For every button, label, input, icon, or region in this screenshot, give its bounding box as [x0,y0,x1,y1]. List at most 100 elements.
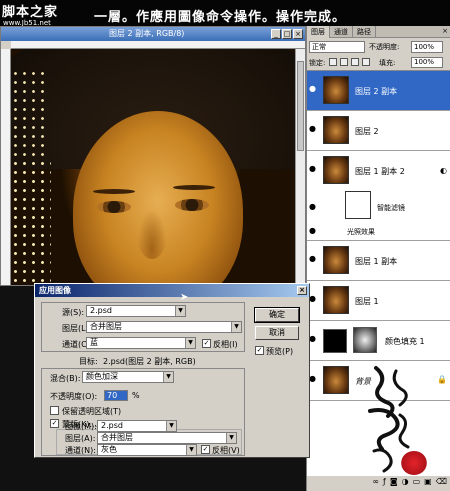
mask-channel-label: 通道(N): [65,446,96,455]
layer-row[interactable]: ● 图层 1 [307,281,450,321]
cancel-button[interactable]: 取消 [255,326,299,340]
eye-icon[interactable]: ● [309,85,319,93]
target-value: 2.psd(图层 2 副本, RGB) [103,357,196,366]
layer-thumbnail [323,116,349,144]
eye-icon[interactable]: ● [309,227,319,235]
image-label: 图像(M): [65,422,97,431]
ok-button[interactable]: 确定 [254,307,300,323]
layer-row-fill[interactable]: ● 颜色填充 1 [307,321,450,361]
sequin-dots-right [11,69,47,285]
chevron-down-icon: ▼ [186,445,196,455]
layer-row-smart-object[interactable]: ● 图层 1 副本 2 ◐ ● 智能滤镜 ● 光照效果 [307,151,450,241]
dialog-close-button[interactable]: × [297,286,307,295]
red-seal-stamp [401,451,427,475]
mask-checkbox[interactable]: ✓ [50,419,59,428]
smart-filters-label: 智能滤镜 [377,204,405,212]
chevron-down-icon: ▼ [166,421,176,431]
nose-shape [137,209,167,259]
eye-icon[interactable]: ● [309,375,319,383]
apply-image-dialog: 应用图像 × 源(S): 2.psd ▼ 图层(L): 合并图层 ▼ 通道(C)… [34,283,310,458]
image-canvas[interactable] [11,49,295,285]
eye-icon[interactable]: ● [309,165,319,173]
delete-layer-icon[interactable]: ⌫ [436,477,447,489]
mask-channel-select[interactable]: 灰色 ▼ [97,444,197,456]
lock-label: 锁定: [309,59,326,67]
screenshot-root: 脚本之家 www.Jb51.net 一層。作應用圖像命令操作。操作完成。 图层 … [0,0,450,491]
layer-row[interactable]: ● 图层 1 副本 [307,241,450,281]
layer-select[interactable]: 合并图层 ▼ [86,321,242,333]
dialog-titlebar[interactable]: 应用图像 × [35,284,309,297]
lock-position-icon[interactable] [351,58,359,66]
layer-thumbnail [323,286,349,314]
mask-invert-checkbox[interactable]: ✓ [201,445,210,454]
opacity-label: 不透明度(O): [50,392,98,401]
instruction-text: 一層。作應用圖像命令操作。操作完成。 [94,10,347,25]
channel-select[interactable]: 蓝 ▼ [86,337,196,349]
document-titlebar[interactable]: 图层 2 副本, RGB/8) _ □ × [1,27,305,41]
layer-thumbnail [323,366,349,394]
image-select[interactable]: 2.psd ▼ [97,420,177,432]
mask-layer-label: 图层(A): [65,434,96,443]
layer-name: 颜色填充 1 [385,337,425,346]
blending-group: 混合(B): 颜色加深 ▼ 不透明度(O): 70 % 保留透明区域(T) ✓ … [41,368,245,456]
source-label: 源(S): [62,308,85,317]
tab-channels[interactable]: 通道 [330,26,353,38]
blending-select[interactable]: 颜色加深 ▼ [82,371,174,383]
layer-row[interactable]: ● 图层 2 副本 [307,71,450,111]
preserve-transparency-checkbox[interactable] [50,406,59,415]
blend-mode-select[interactable]: 正常 [309,41,365,53]
chevron-down-icon: ▼ [185,338,195,348]
close-button[interactable]: × [293,29,303,39]
mask-layer-value: 合并图层 [101,433,133,442]
lock-pixels-icon[interactable] [340,58,348,66]
opacity-unit: % [132,391,140,400]
preview-label: 预览(P) [266,347,294,356]
scrollbar-thumb[interactable] [297,61,304,151]
document-title: 图层 2 副本, RGB/8) [109,29,185,38]
smart-object-icon: ◐ [440,166,447,175]
chevron-down-icon: ▼ [231,322,241,332]
maximize-button[interactable]: □ [282,29,292,39]
panel-close-button[interactable]: × [442,27,448,35]
left-brow-shape [93,189,135,194]
layer-name: 图层 2 [355,127,379,136]
eye-icon[interactable]: ● [309,335,319,343]
dialog-title: 应用图像 [39,286,71,295]
preview-checkbox[interactable]: ✓ [255,346,264,355]
fill-thumbnail [323,329,347,353]
layer-thumbnail [323,246,349,274]
lighting-effects-label: 光照效果 [347,228,375,236]
preserve-transparency-label: 保留透明区域(T) [62,407,122,416]
tab-paths[interactable]: 路径 [353,26,376,38]
source-select[interactable]: 2.psd ▼ [86,305,186,317]
image-value: 2.psd [101,421,123,430]
opacity-input[interactable]: 100% [411,41,443,53]
horizontal-ruler [11,41,305,49]
layer-name: 图层 2 副本 [355,87,398,96]
eye-icon[interactable]: ● [309,255,319,263]
lock-all-icon[interactable] [362,58,370,66]
layer-name: 图层 1 [355,297,379,306]
caption-band: 脚本之家 www.Jb51.net 一層。作應用圖像命令操作。操作完成。 [0,0,450,27]
layer-row[interactable]: ● 图层 2 [307,111,450,151]
lock-transparency-icon[interactable] [329,58,337,66]
mask-invert-label: 反相(V) [212,446,240,455]
minimize-button[interactable]: _ [271,29,281,39]
vertical-scrollbar[interactable] [295,49,305,285]
target-label: 目标: [79,357,98,366]
source-value: 2.psd [90,306,112,315]
tab-layers[interactable]: 图层 [307,26,330,38]
mouse-cursor-icon: ➤ [180,292,189,303]
invert-checkbox[interactable]: ✓ [202,339,211,348]
lock-row: 锁定: 填充: 100% [307,56,450,69]
eye-icon[interactable]: ● [309,295,319,303]
fill-input[interactable]: 100% [411,57,443,68]
opacity-input[interactable]: 70 [104,390,128,401]
mask-layer-select[interactable]: 合并图层 ▼ [97,432,237,444]
blend-row: 正常 不透明度: 100% [307,40,450,54]
eye-icon[interactable]: ● [309,203,319,211]
right-brow-shape [173,185,215,190]
blending-label: 混合(B): [50,374,81,383]
fill-label: 填充: [379,59,396,67]
eye-icon[interactable]: ● [309,125,319,133]
